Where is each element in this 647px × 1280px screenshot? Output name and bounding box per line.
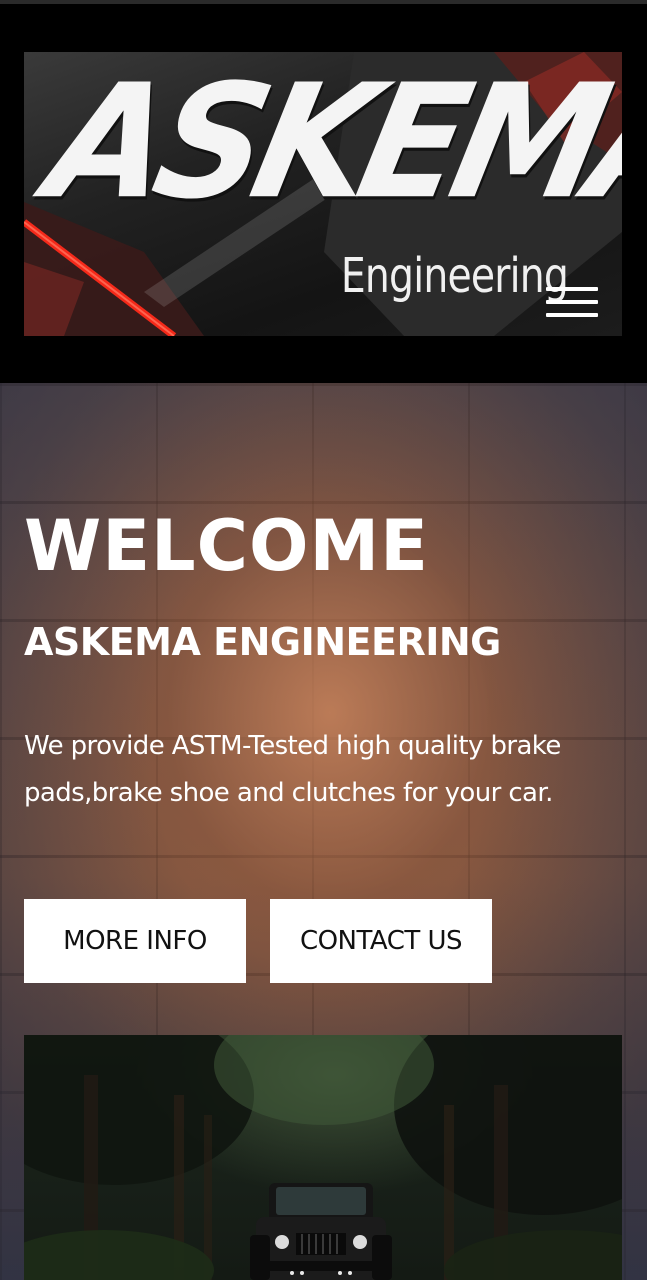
hero-description: We provide ASTM-Tested high quality brak… (24, 731, 561, 808)
contact-us-button[interactable]: CONTACT US (270, 899, 492, 983)
page: ASKEMA Engineering WELCOME ASKEMA ENGINE… (0, 0, 647, 1280)
hamburger-menu-icon[interactable] (546, 284, 598, 328)
more-info-button[interactable]: MORE INFO (24, 899, 246, 983)
jeep-in-forest-image (24, 1035, 622, 1280)
menu-bar-top (546, 287, 598, 291)
site-header: ASKEMA Engineering (0, 4, 647, 383)
hero-title: WELCOME (24, 505, 429, 587)
hero-subtitle: ASKEMA ENGINEERING (24, 620, 501, 664)
logo-main-text: ASKEMA (33, 52, 622, 235)
hero-section: WELCOME ASKEMA ENGINEERING We provide AS… (0, 383, 647, 1280)
menu-bar-bottom (546, 313, 598, 317)
site-logo[interactable]: ASKEMA Engineering (24, 52, 622, 336)
menu-bar-middle (546, 300, 598, 304)
logo-sub-text: Engineering (340, 248, 569, 304)
hero-photo-jeep (24, 1035, 622, 1280)
jeep-vehicle (250, 1183, 392, 1280)
